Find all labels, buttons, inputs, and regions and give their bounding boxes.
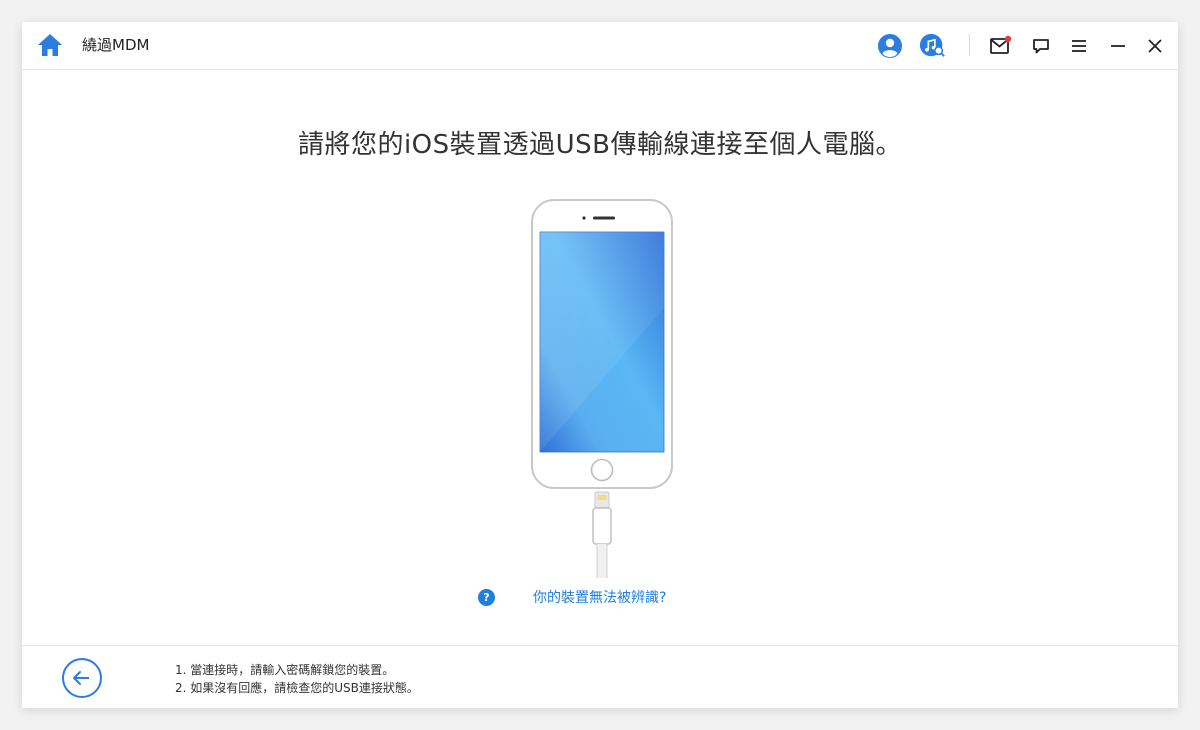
account-button[interactable]	[876, 32, 904, 60]
menu-button[interactable]	[1065, 32, 1093, 60]
tip-check-usb: 2. 如果沒有回應，請檢查您的USB連接狀態。	[175, 681, 419, 695]
title-bar: 繞過MDM	[22, 22, 1178, 70]
music-search-button[interactable]	[919, 32, 947, 60]
arrow-left-circle-icon	[62, 658, 102, 698]
footer-bar: 1. 當連接時，請輸入密碼解鎖您的裝置。 2. 如果沒有回應，請檢查您的USB連…	[22, 645, 1178, 709]
feedback-button[interactable]	[1027, 32, 1055, 60]
feedback-icon	[1033, 39, 1049, 54]
music-search-icon	[919, 33, 945, 57]
close-button[interactable]	[1141, 32, 1169, 60]
connect-instruction-heading: 請將您的iOS裝置透過USB傳輸線連接至個人電腦。	[297, 130, 903, 160]
iphone-with-cable-icon	[531, 199, 673, 578]
connection-tips: 1. 當連接時，請輸入密碼解鎖您的裝置。 2. 如果沒有回應，請檢查您的USB連…	[175, 661, 419, 697]
back-button[interactable]	[62, 658, 102, 698]
app-title: 繞過MDM	[82, 36, 150, 54]
minimize-icon	[1111, 45, 1125, 47]
home-button[interactable]	[36, 32, 64, 58]
iphone-illustration	[527, 198, 677, 578]
tip-unlock-device: 1. 當連接時，請輸入密碼解鎖您的裝置。	[175, 663, 395, 677]
help-circle-icon: ?	[478, 588, 495, 606]
toolbar-divider	[969, 34, 970, 56]
menu-icon	[1072, 40, 1086, 52]
minimize-button[interactable]	[1104, 32, 1132, 60]
app-window: 繞過MDM 請將您的iOS裝置透過USB傳輸線連接至個人電腦。 ? 你的裝置無法…	[22, 22, 1178, 708]
account-icon	[878, 34, 902, 58]
mail-icon	[990, 35, 1012, 54]
device-not-recognized-help: ? 你的裝置無法被辨識?	[478, 586, 666, 608]
mail-button[interactable]	[986, 32, 1014, 60]
close-icon	[1148, 39, 1162, 53]
home-icon	[38, 34, 62, 56]
device-not-recognized-link[interactable]: 你的裝置無法被辨識?	[533, 587, 666, 607]
